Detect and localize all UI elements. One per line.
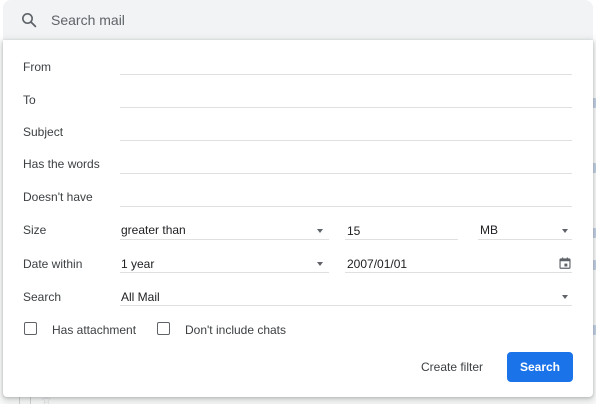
date-within-label: Date within <box>23 257 83 271</box>
doesnt-have-label: Doesn't have <box>23 190 93 204</box>
has-words-label: Has the words <box>23 157 100 171</box>
to-field[interactable] <box>120 107 572 108</box>
create-filter-button[interactable]: Create filter <box>421 360 483 374</box>
search-button[interactable]: Search <box>507 352 573 382</box>
chevron-down-icon <box>317 262 323 266</box>
search-scope-value: All Mail <box>121 290 160 304</box>
date-value: 2007/01/01 <box>347 257 408 271</box>
size-unit-underline <box>478 239 572 240</box>
date-range-underline <box>120 272 329 273</box>
doesnt-have-field[interactable] <box>120 206 572 207</box>
search-scope-label: Search <box>23 290 62 304</box>
size-unit-value: MB <box>480 223 498 237</box>
gmail-search-screen: ☆ Search mail From To Subject Has the wo… <box>0 0 596 404</box>
dont-include-chats-label: Don't include chats <box>185 323 287 337</box>
search-input[interactable]: Search mail <box>51 11 125 29</box>
background-row-checkbox <box>19 396 31 404</box>
has-attachment-label: Has attachment <box>52 323 137 337</box>
size-operator-value: greater than <box>121 223 186 237</box>
search-bar[interactable]: Search mail <box>3 0 593 40</box>
advanced-search-panel: From To Subject Has the words Doesn't ha… <box>3 40 593 397</box>
chevron-down-icon <box>562 229 568 233</box>
date-range-value: 1 year <box>121 257 155 271</box>
date-underline <box>345 272 572 273</box>
chevron-down-icon <box>317 229 323 233</box>
has-attachment-checkbox[interactable] <box>24 322 37 335</box>
to-label: To <box>23 93 36 107</box>
subject-label: Subject <box>23 125 64 139</box>
dont-include-chats-checkbox[interactable] <box>157 322 170 335</box>
size-operator-underline <box>120 239 329 240</box>
size-value-underline <box>345 239 458 240</box>
size-value: 15 <box>347 224 361 238</box>
size-label: Size <box>23 223 47 237</box>
subject-field[interactable] <box>120 140 572 141</box>
from-label: From <box>23 60 51 74</box>
has-words-field[interactable] <box>120 173 572 174</box>
chevron-down-icon <box>562 295 568 299</box>
from-field[interactable] <box>120 74 572 75</box>
search-icon[interactable] <box>20 11 38 29</box>
search-scope-underline <box>120 305 572 306</box>
calendar-icon[interactable] <box>558 256 572 270</box>
